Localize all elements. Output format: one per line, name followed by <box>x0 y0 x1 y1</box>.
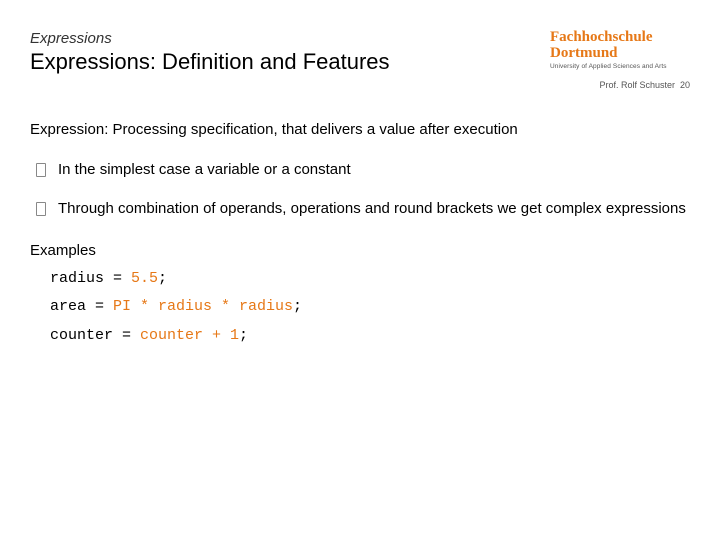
code-text: ; <box>239 327 248 344</box>
code-text: counter = <box>50 327 140 344</box>
code-text: radius = <box>50 270 131 287</box>
code-line: radius = 5.5; <box>50 269 690 289</box>
code-text: ; <box>293 298 302 315</box>
breadcrumb: Expressions <box>30 30 530 47</box>
list-item: Through combination of operands, operati… <box>30 199 690 219</box>
title-block: Expressions Expressions: Definition and … <box>30 30 530 75</box>
examples-heading: Examples <box>30 241 690 261</box>
page-number: 20 <box>680 80 690 90</box>
page-title: Expressions: Definition and Features <box>30 49 530 75</box>
slide-header: Expressions Expressions: Definition and … <box>30 30 690 75</box>
logo-line-1: Fachhochschule <box>550 30 690 46</box>
list-item: In the simplest case a variable or a con… <box>30 160 690 180</box>
code-text: ; <box>158 270 167 287</box>
slide-meta: Prof. Rolf Schuster 20 <box>599 80 690 90</box>
code-highlight: PI * radius * radius <box>113 298 293 315</box>
bullet-list: In the simplest case a variable or a con… <box>30 160 690 219</box>
definition-text: Expression: Processing specification, th… <box>30 120 690 140</box>
code-line: counter = counter + 1; <box>50 326 690 346</box>
code-text: area = <box>50 298 113 315</box>
institution-logo: Fachhochschule Dortmund University of Ap… <box>550 30 690 70</box>
code-line: area = PI * radius * radius; <box>50 297 690 317</box>
code-highlight: 5.5 <box>131 270 158 287</box>
slide-content: Expression: Processing specification, th… <box>30 120 690 346</box>
author-name: Prof. Rolf Schuster <box>599 80 675 90</box>
logo-line-2: Dortmund <box>550 46 690 62</box>
code-block: radius = 5.5; area = PI * radius * radiu… <box>30 269 690 346</box>
logo-subtitle: University of Applied Sciences and Arts <box>550 63 690 70</box>
code-highlight: counter + 1 <box>140 327 239 344</box>
